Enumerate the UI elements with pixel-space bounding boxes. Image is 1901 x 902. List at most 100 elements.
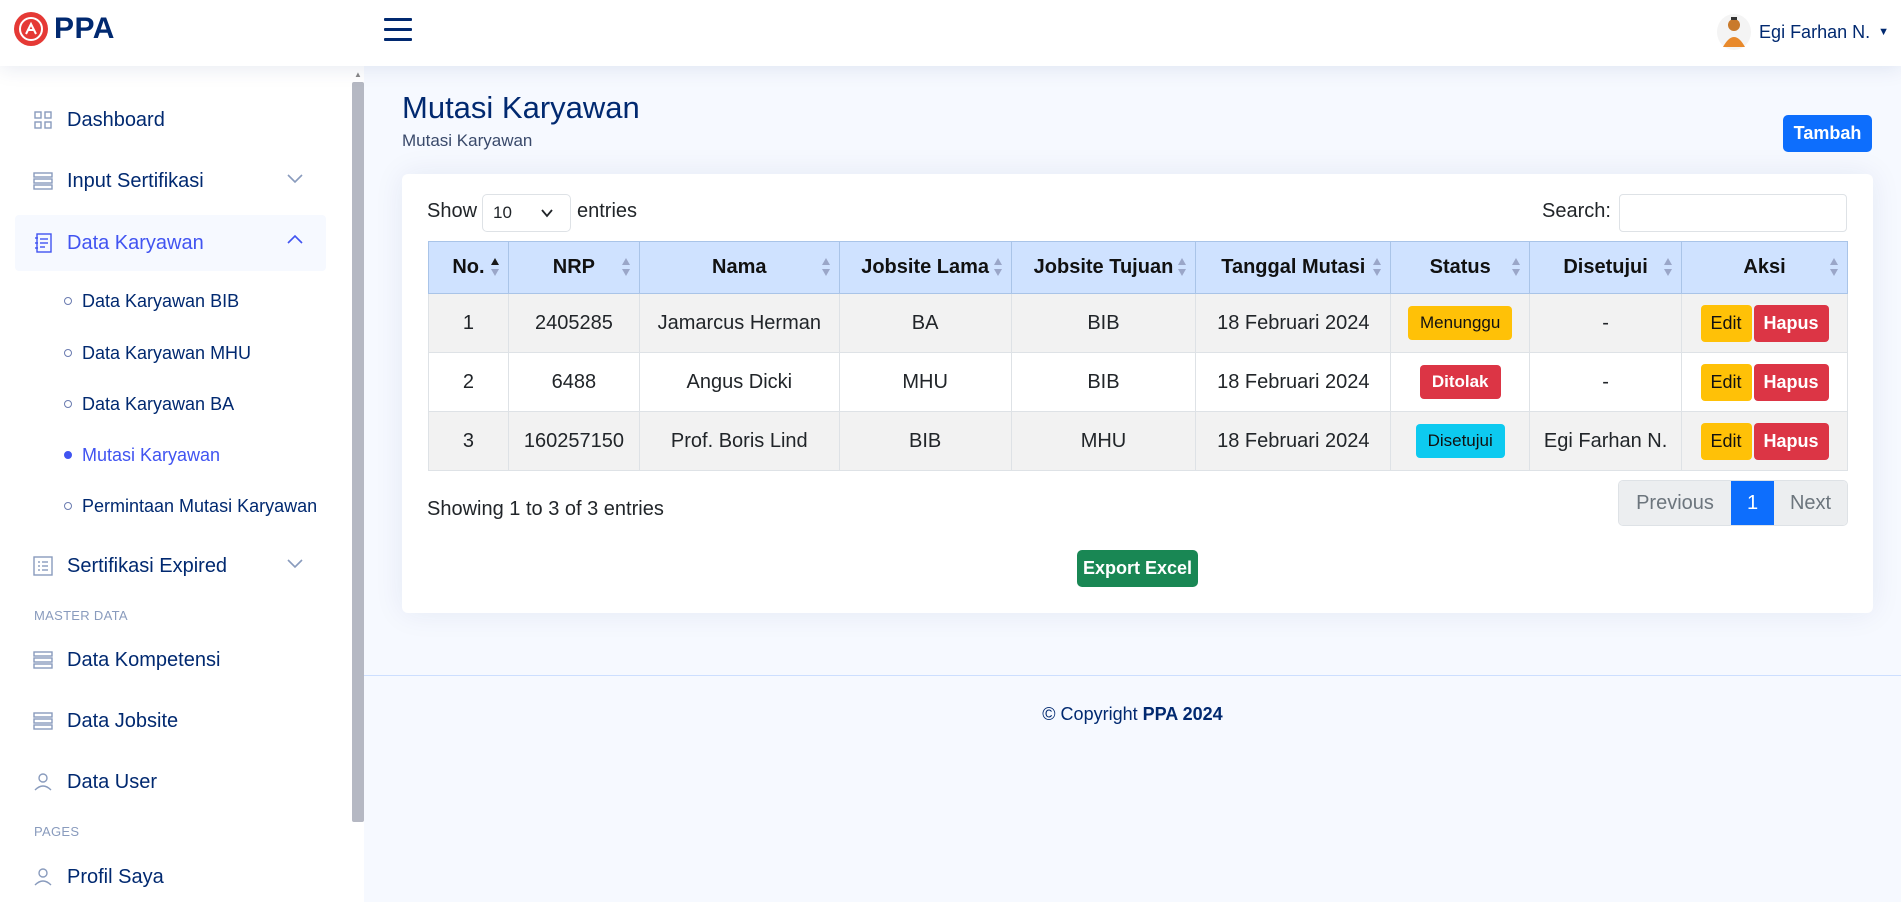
sidebar-subitem-label: Mutasi Karyawan [82,444,221,465]
sidebar-item-data-user[interactable]: Data User [15,754,326,810]
chevron-up-icon [286,233,304,251]
sidebar-item-sertifikasi-expired[interactable]: Sertifikasi Expired [15,538,326,594]
cell-nrp: 6488 [507,352,640,412]
column-header-nrp[interactable]: NRP [507,241,640,294]
show-label: Show [427,200,478,222]
circle-icon [64,349,72,357]
sidebar-item-label: Input Sertifikasi [67,169,204,192]
cell-status: Disetujui [1390,411,1531,471]
sort-icon [1373,258,1382,276]
column-header-jobsite-tujuan[interactable]: Jobsite Tujuan [1010,241,1197,294]
breadcrumb[interactable]: Mutasi Karyawan [402,131,532,151]
sidebar-subitem-permintaan-mutasi[interactable]: Permintaan Mutasi Karyawan [64,491,317,521]
cell-no: 2 [428,352,509,412]
top-header: PPA Egi Farhan N. ▼ [0,0,1901,66]
circle-icon [64,400,72,408]
cell-no: 1 [428,293,509,353]
sidebar-item-data-kompetensi[interactable]: Data Kompetensi [15,632,326,688]
cell-jobsite-tujuan: BIB [1010,293,1197,353]
header-label: Jobsite Tujuan [1033,256,1174,278]
entries-label: entries [577,200,638,222]
delete-button[interactable]: Hapus [1753,363,1829,401]
delete-button[interactable]: Hapus [1753,304,1829,342]
edit-button[interactable]: Edit [1700,363,1752,401]
server-icon [33,711,53,731]
sidebar-item-profil-saya[interactable]: Profil Saya [15,849,326,902]
header-label: Status [1429,256,1491,278]
pagination: Previous 1 Next [1618,480,1848,526]
cell-nama: Angus Dicki [638,352,840,412]
edit-button[interactable]: Edit [1700,422,1752,460]
sidebar-item-input-sertifikasi[interactable]: Input Sertifikasi [15,153,326,209]
sidebar-item-label: Data Karyawan [67,231,204,254]
cell-aksi: Edit Hapus [1681,411,1848,471]
cell-jobsite-tujuan: BIB [1010,352,1197,412]
sidebar-subitem-data-karyawan-ba[interactable]: Data Karyawan BA [64,389,234,419]
column-header-tanggal-mutasi[interactable]: Tanggal Mutasi [1195,241,1392,294]
header-label: NRP [552,256,596,278]
cell-jobsite-tujuan: MHU [1010,411,1197,471]
column-header-disetujui[interactable]: Disetujui [1529,241,1683,294]
entries-select[interactable]: 10 [482,194,571,232]
pagination-page[interactable]: 1 [1731,481,1774,525]
sort-icon [1664,258,1673,276]
sidebar-item-label: Profil Saya [67,865,164,888]
pagination-previous[interactable]: Previous [1619,481,1731,525]
nav-heading-master-data: MASTER DATA [34,608,128,623]
sidebar-item-label: Sertifikasi Expired [67,554,228,577]
person-icon [33,867,53,887]
column-header-nama[interactable]: Nama [638,241,840,294]
column-header-aksi[interactable]: Aksi [1681,241,1848,294]
copyright-text: © Copyright [1042,704,1138,724]
status-badge: Ditolak [1419,365,1501,399]
cell-tanggal: 18 Februari 2024 [1195,293,1392,353]
sidebar-item-dashboard[interactable]: Dashboard [15,92,326,148]
cell-nama: Prof. Boris Lind [638,411,840,471]
list-icon [33,556,53,576]
search-input[interactable] [1619,194,1847,232]
add-button[interactable]: Tambah [1783,115,1872,152]
sort-icon [1178,258,1187,276]
sidebar-scrollbar[interactable] [352,82,364,822]
scroll-up-icon[interactable]: ▲ [352,70,364,80]
delete-button[interactable]: Hapus [1753,422,1829,460]
cell-jobsite-lama: BA [838,293,1012,353]
cell-disetujui: Egi Farhan N. [1529,411,1683,471]
export-excel-button[interactable]: Export Excel [1077,550,1198,587]
sidebar-subitem-mutasi-karyawan[interactable]: Mutasi Karyawan [64,440,220,470]
cell-status: Menunggu [1390,293,1531,353]
table-header-row: No. NRP Nama Jobsite Lama Jobsite Tujuan… [428,241,1848,294]
person-icon [33,772,53,792]
cell-status: Ditolak [1390,352,1531,412]
column-header-no[interactable]: No. [428,241,509,294]
status-badge: Disetujui [1415,424,1505,458]
cell-jobsite-lama: MHU [838,352,1012,412]
cell-nrp: 2405285 [507,293,640,353]
footer: © Copyright PPA 2024 [364,704,1901,725]
pagination-next[interactable]: Next [1774,481,1847,525]
header-label: Aksi [1743,256,1786,278]
user-menu[interactable]: Egi Farhan N. ▼ [1717,14,1889,50]
cell-aksi: Edit Hapus [1681,352,1848,412]
column-header-jobsite-lama[interactable]: Jobsite Lama [838,241,1012,294]
cell-no: 3 [428,411,509,471]
column-header-status[interactable]: Status [1390,241,1531,294]
brand-name: PPA [54,12,115,45]
sidebar-toggle-icon[interactable] [384,18,412,42]
chevron-down-icon [286,556,304,574]
chevron-down-icon [286,171,304,189]
sidebar-item-label: Data Jobsite [67,709,179,732]
caret-down-icon: ▼ [1878,26,1889,38]
sidebar-subitem-data-karyawan-bib[interactable]: Data Karyawan BIB [64,286,239,316]
edit-button[interactable]: Edit [1700,304,1752,342]
sidebar-item-data-karyawan[interactable]: Data Karyawan [15,215,326,271]
sidebar-item-data-jobsite[interactable]: Data Jobsite [15,693,326,749]
server-icon [33,171,53,191]
cell-aksi: Edit Hapus [1681,293,1848,353]
sidebar-subitem-data-karyawan-mhu[interactable]: Data Karyawan MHU [64,338,251,368]
sort-icon [1830,258,1838,276]
sidebar-item-label: Dashboard [67,108,165,131]
logo[interactable]: PPA [14,12,115,46]
data-card: Show 10 entries Search: No. NRP Nama Job… [402,174,1873,613]
sort-icon [621,258,630,276]
